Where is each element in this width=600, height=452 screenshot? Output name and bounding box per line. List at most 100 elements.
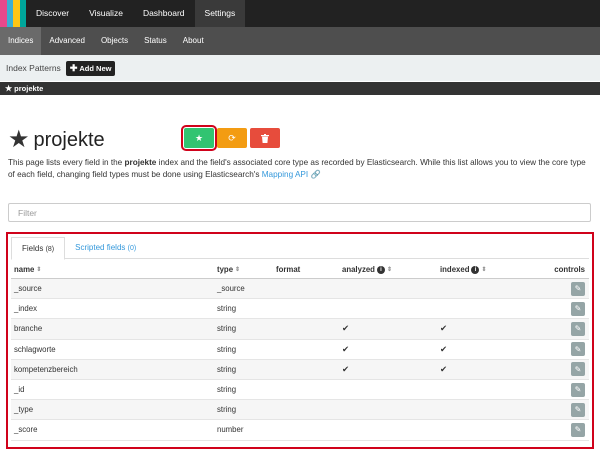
info-icon[interactable]: i xyxy=(471,265,480,274)
tab-about[interactable]: About xyxy=(175,27,212,55)
fields-panel: Fields (8) Scripted fields (0) name ⇕ typ… xyxy=(6,232,594,449)
field-type: string xyxy=(217,344,237,354)
field-type: number xyxy=(217,425,244,435)
pencil-icon: ✎ xyxy=(574,405,582,415)
controls-cell: ✎ xyxy=(571,360,585,379)
edit-field-button[interactable]: ✎ xyxy=(571,321,585,336)
nav-discover[interactable]: Discover xyxy=(26,0,79,27)
indexed-cell: ✔ xyxy=(440,360,447,379)
tab-fields-count: (8) xyxy=(45,246,55,253)
controls-cell: ✎ xyxy=(571,340,585,359)
table-row: _index string ✎ xyxy=(11,299,589,320)
add-new-button[interactable]: ✚ Add New xyxy=(65,60,116,76)
indexed-cell: ✔ xyxy=(440,319,447,338)
plus-icon: ✚ xyxy=(69,62,78,73)
page-header: ★ projekte xyxy=(8,128,105,152)
edit-field-button[interactable]: ✎ xyxy=(571,301,585,316)
refresh-fields-button[interactable]: ⟳ xyxy=(217,128,247,148)
header-indexed[interactable]: indexed i ⇕ xyxy=(440,261,487,278)
tab-fields[interactable]: Fields (8) xyxy=(11,237,66,260)
tab-indices[interactable]: Indices xyxy=(0,27,42,55)
edit-field-button[interactable]: ✎ xyxy=(571,402,585,417)
field-name: branche xyxy=(14,324,43,334)
edit-field-button[interactable]: ✎ xyxy=(571,422,585,437)
index-pattern-item[interactable]: ★ projekte xyxy=(0,82,600,95)
check-icon: ✔ xyxy=(342,323,350,334)
table-row: _source _source ✎ xyxy=(11,279,589,300)
table-row: _type string ✎ xyxy=(11,400,589,421)
sort-icon: ⇕ xyxy=(481,267,487,273)
description-text: This page lists every field in the xyxy=(8,158,125,167)
top-navigation: Discover Visualize Dashboard Settings xyxy=(0,0,600,27)
field-type: _source xyxy=(217,284,245,294)
check-icon: ✔ xyxy=(342,343,350,354)
nav-settings[interactable]: Settings xyxy=(194,0,246,27)
refresh-icon: ⟳ xyxy=(228,132,236,143)
star-icon: ★ xyxy=(194,132,204,143)
field-type: string xyxy=(217,385,237,395)
pencil-icon: ✎ xyxy=(574,304,582,314)
field-name: kompetenzbereich xyxy=(14,364,78,374)
controls-cell: ✎ xyxy=(571,279,585,298)
header-name-label: name xyxy=(14,265,35,274)
indexed-cell: ✔ xyxy=(440,340,447,359)
nav-dashboard[interactable]: Dashboard xyxy=(133,0,195,27)
header-controls: controls xyxy=(554,261,585,278)
field-type: string xyxy=(217,364,237,374)
edit-field-button[interactable]: ✎ xyxy=(571,342,585,357)
fields-table: name ⇕ type ⇕ format analyzed i ⇕ indexed i ⇕ … xyxy=(11,261,589,441)
index-patterns-label: Index Patterns xyxy=(6,63,61,73)
header-type[interactable]: type ⇕ xyxy=(217,261,240,278)
info-icon[interactable]: i xyxy=(376,265,385,274)
analyzed-cell: ✔ xyxy=(342,319,349,338)
header-type-label: type xyxy=(217,265,234,274)
sort-icon: ⇕ xyxy=(235,267,241,273)
field-name: schlagworte xyxy=(14,344,56,354)
description-index: projekte xyxy=(124,158,157,167)
field-name: _index xyxy=(14,304,37,314)
pencil-icon: ✎ xyxy=(574,284,582,294)
analyzed-cell: ✔ xyxy=(342,360,349,379)
edit-field-button[interactable]: ✎ xyxy=(571,382,585,397)
tab-status[interactable]: Status xyxy=(136,27,175,55)
check-icon: ✔ xyxy=(440,363,448,374)
nav-visualize[interactable]: Visualize xyxy=(79,0,133,27)
mapping-api-link[interactable]: Mapping API xyxy=(262,170,308,179)
analyzed-cell: ✔ xyxy=(342,340,349,359)
delete-pattern-button[interactable] xyxy=(250,128,280,148)
tab-scripted-fields[interactable]: Scripted fields (0) xyxy=(65,237,146,259)
kibana-logo[interactable] xyxy=(0,0,26,27)
tab-advanced[interactable]: Advanced xyxy=(41,27,93,55)
header-analyzed-label: analyzed xyxy=(342,265,375,274)
header-controls-label: controls xyxy=(554,265,585,274)
tab-scripted-count: (0) xyxy=(127,245,137,252)
check-icon: ✔ xyxy=(342,363,350,374)
edit-field-button[interactable]: ✎ xyxy=(571,281,585,296)
header-name[interactable]: name ⇕ xyxy=(14,261,41,278)
trash-icon xyxy=(261,133,269,143)
controls-cell: ✎ xyxy=(571,400,585,419)
pencil-icon: ✎ xyxy=(574,344,582,354)
page-title: projekte xyxy=(33,128,105,151)
tab-scripted-label: Scripted fields xyxy=(75,243,126,252)
controls-cell: ✎ xyxy=(571,420,585,439)
edit-field-button[interactable]: ✎ xyxy=(571,362,585,377)
filter-input[interactable] xyxy=(8,203,591,222)
header-analyzed[interactable]: analyzed i ⇕ xyxy=(342,261,392,278)
table-row: branche string ✔ ✔ ✎ xyxy=(11,319,589,340)
table-row: _score number ✎ xyxy=(11,420,589,441)
field-name: _type xyxy=(14,405,34,415)
pattern-actions: ★ ⟳ xyxy=(181,125,283,151)
external-link-icon: 🔗 xyxy=(310,170,321,179)
field-type: string xyxy=(217,405,237,415)
header-indexed-label: indexed xyxy=(440,265,470,274)
table-body: _source _source ✎ _index string ✎ branche strin… xyxy=(11,279,589,441)
star-icon: ★ xyxy=(8,126,30,153)
check-icon: ✔ xyxy=(440,343,448,354)
header-format-label: format xyxy=(276,265,301,274)
sort-icon: ⇕ xyxy=(36,267,42,273)
tab-fields-label: Fields xyxy=(22,244,44,253)
tab-objects[interactable]: Objects xyxy=(93,27,136,55)
set-default-button[interactable]: ★ xyxy=(181,125,217,151)
field-name: _score xyxy=(14,425,38,435)
